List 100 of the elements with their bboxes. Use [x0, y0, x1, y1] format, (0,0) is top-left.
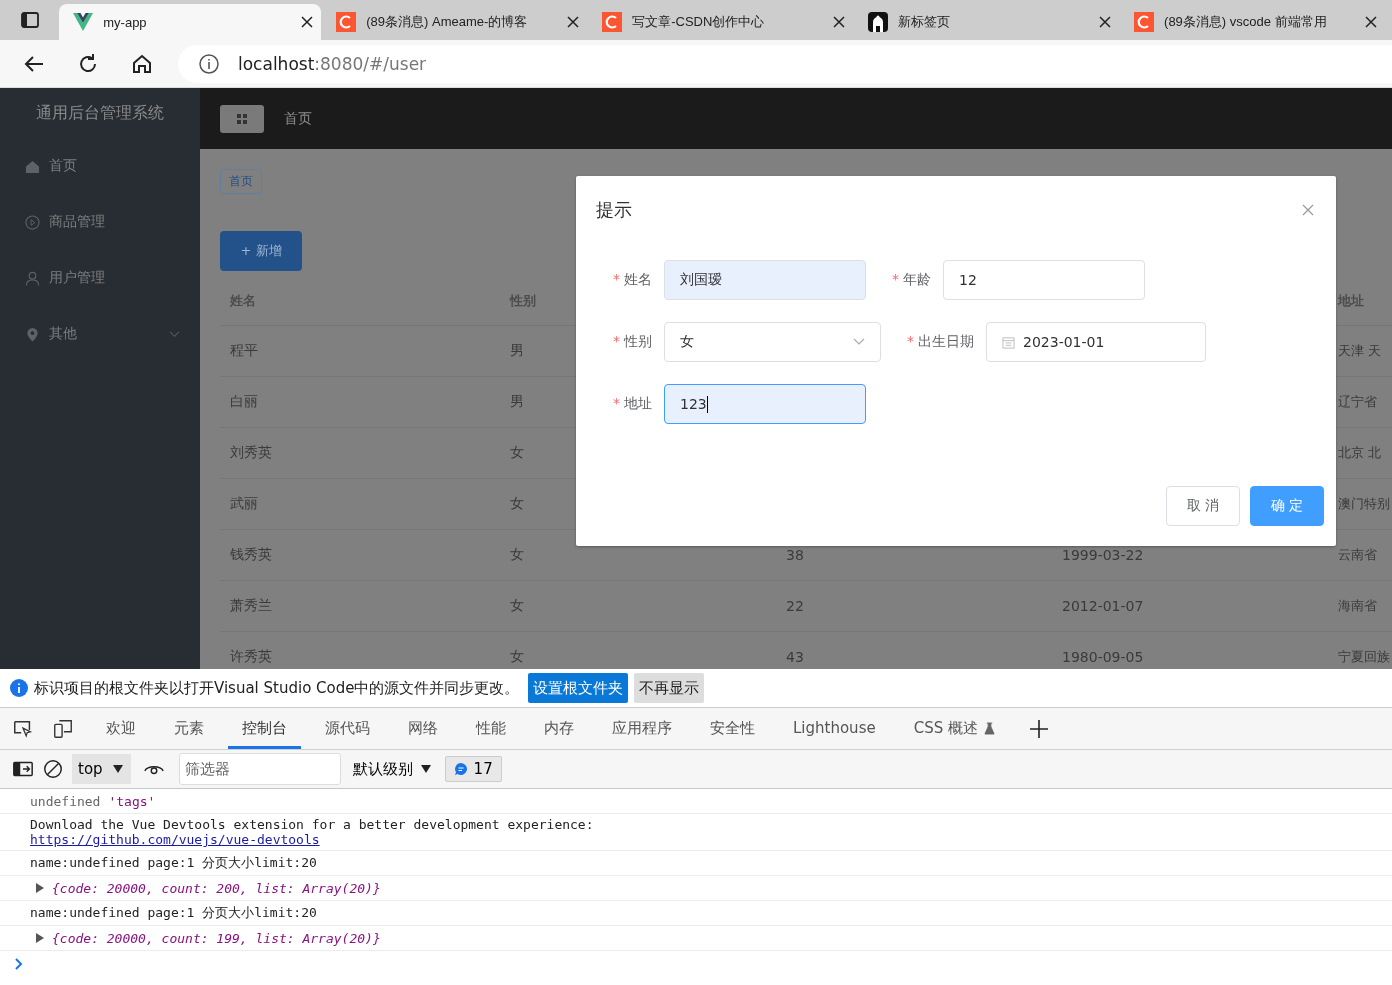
console-string: 'tags': [108, 793, 156, 809]
filter-field[interactable]: 筛选器: [178, 753, 341, 785]
menu-toggle-button[interactable]: [220, 104, 264, 133]
field-label: * 出生日期: [907, 333, 975, 351]
flask-icon: [983, 722, 995, 735]
close-icon[interactable]: [567, 16, 580, 28]
device-icon[interactable]: [52, 717, 74, 740]
input-field[interactable]: 12: [943, 260, 1145, 300]
table-cell-text: 白丽: [229, 393, 258, 411]
dropdown-triangle-icon: [420, 765, 431, 773]
input-field[interactable]: 刘国瑷: [664, 260, 866, 300]
vue-logo-icon: [73, 12, 94, 32]
browser-tab[interactable]: my-app: [59, 4, 322, 40]
add-tab-icon[interactable]: [1028, 718, 1049, 739]
log-level-select[interactable]: 默认级别: [352, 759, 431, 779]
cancel-button[interactable]: 取 消: [1166, 486, 1240, 526]
add-button[interactable]: + 新增: [220, 231, 302, 271]
console-link[interactable]: https://github.com/vuejs/vue-devtools: [30, 832, 594, 847]
table-cell-text: 澳门特别: [1337, 495, 1390, 513]
close-icon[interactable]: [1099, 16, 1112, 28]
app-title: 通用后台管理系统: [35, 102, 165, 124]
table-cell-text: 辽宁省: [1337, 393, 1377, 411]
calendar-icon: [1002, 335, 1015, 349]
letter-c-logo-icon: [336, 12, 357, 32]
table-cell-text: 刘秀英: [229, 444, 272, 462]
devtools-tab[interactable]: CSS 概述: [899, 708, 992, 749]
table-cell-text: 天津 天: [1337, 342, 1382, 360]
table-cell-text: 男: [509, 342, 524, 360]
devtools-tab[interactable]: Lighthouse: [779, 708, 890, 749]
date-field[interactable]: 2023-01-01: [986, 322, 1206, 362]
browser-tab[interactable]: (89条消息) Ameame-的博客: [328, 4, 588, 40]
browser-tab[interactable]: 写文章-CSDN创作中心: [594, 4, 854, 40]
dismiss-button[interactable]: 不再显示: [633, 673, 704, 703]
tab-title: (89条消息) Ameame-的博客: [366, 13, 529, 31]
dialog-title: 提示: [596, 198, 632, 222]
console-message: Download the Vue Devtools extension for a better development experience:: [30, 817, 594, 832]
table-cell-text: 萧秀兰: [229, 597, 272, 615]
browser-tab[interactable]: (89条消息) vscode 前端常用: [1126, 4, 1385, 40]
table-cell-text: 1980-09-05: [1061, 649, 1144, 665]
field-label: * 姓名: [612, 271, 653, 289]
tab-title: 新标签页: [898, 13, 952, 31]
devtools-tab[interactable]: 安全性: [696, 708, 769, 749]
console-object: {code: 20000, count: 199, list: Array(20)}: [52, 930, 381, 946]
devtools-tab[interactable]: 网络: [394, 708, 452, 749]
table-cell-text: 云南省: [1337, 546, 1377, 564]
location-pin-icon: [25, 326, 40, 342]
tab-title: (89条消息) vscode 前端常用: [1164, 13, 1328, 31]
table-cell-text: 女: [509, 444, 524, 462]
breadcrumb-item[interactable]: 首页: [284, 109, 312, 128]
letter-c-logo-icon: [1134, 12, 1155, 32]
expand-triangle-icon[interactable]: [36, 933, 44, 943]
table-cell-text: 1999-03-22: [1061, 547, 1144, 563]
table-cell-text: 女: [509, 597, 524, 615]
table-cell-text: 女: [509, 648, 524, 666]
context-select[interactable]: top: [72, 754, 131, 784]
address-field[interactable]: localhost:8080/#/user: [178, 44, 1392, 83]
devtools-tab[interactable]: 应用程序: [598, 708, 686, 749]
dropdown-triangle-icon: [112, 765, 123, 773]
tab-title: 写文章-CSDN创作中心: [632, 13, 766, 31]
letter-c-logo-icon: [602, 12, 623, 32]
devtools-tab[interactable]: 欢迎: [92, 708, 150, 749]
table-cell-text: 22: [785, 598, 804, 614]
close-icon[interactable]: [1365, 16, 1377, 28]
user-icon: [25, 270, 40, 286]
input-field[interactable]: 123: [664, 384, 866, 424]
field-label: * 年龄: [892, 271, 932, 289]
chevron-down-icon: [853, 338, 865, 346]
message-count-button[interactable]: 17: [444, 756, 502, 782]
field-label: * 地址: [612, 395, 653, 413]
select-field[interactable]: 女: [664, 322, 881, 362]
set-folder-button[interactable]: 设置根文件夹: [527, 673, 628, 703]
page-logo-icon: [868, 12, 889, 32]
field-label: * 性别: [612, 333, 653, 351]
table-cell-text: 钱秀英: [229, 546, 272, 564]
table-cell-text: 38: [785, 547, 804, 563]
message-icon: [453, 762, 468, 776]
table-cell-text: 女: [509, 546, 524, 564]
browser-tab[interactable]: 新标签页: [860, 4, 1120, 40]
chevron-down-icon: [169, 330, 180, 338]
devtools-tab[interactable]: 元素: [160, 708, 218, 749]
devtools-tab[interactable]: 性能: [462, 708, 520, 749]
devtools-tab[interactable]: 内存: [530, 708, 588, 749]
table-cell-text: 2012-01-07: [1061, 598, 1144, 614]
expand-triangle-icon[interactable]: [36, 883, 44, 893]
table-cell-text: 海南省: [1337, 597, 1377, 615]
table-cell-text: 男: [509, 393, 524, 411]
close-icon[interactable]: [301, 16, 314, 28]
console-value: undefined: [30, 793, 101, 809]
clear-console-icon[interactable]: [42, 758, 64, 780]
console-message: name:undefined page:1 分页大小limit:20: [30, 854, 317, 872]
info-icon: [10, 679, 28, 697]
table-cell-text: 许秀英: [229, 648, 272, 666]
menu-item[interactable]: 其他: [0, 306, 200, 362]
tab-title: my-app: [103, 14, 148, 30]
console-message: name:undefined page:1 分页大小limit:20: [30, 904, 317, 922]
devtools-tab[interactable]: 源代码: [311, 708, 384, 749]
prompt-chevron-icon[interactable]: [14, 957, 24, 970]
close-icon[interactable]: [833, 16, 846, 28]
table-cell-text: 女: [509, 495, 524, 513]
notice-text: 标识项目的根文件夹以打开Visual Studio Code中的源文件并同步更改。: [34, 678, 520, 698]
